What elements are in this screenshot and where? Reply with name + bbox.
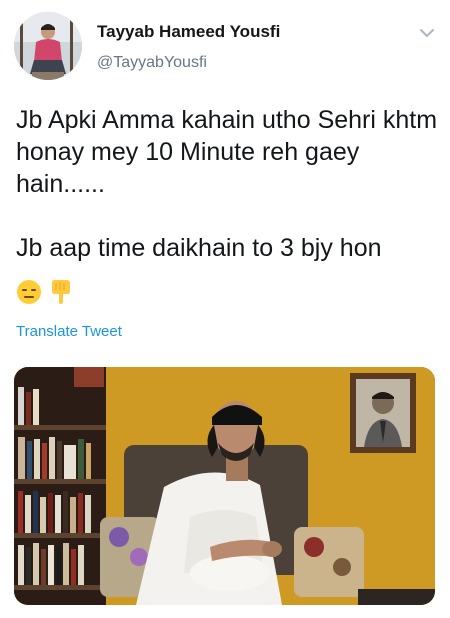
media-photo <box>14 367 435 605</box>
chevron-down-icon[interactable] <box>418 24 436 42</box>
tweet-card: Tayyab Hameed Yousfi @TayyabYousfi Jb Ap… <box>0 0 450 618</box>
translate-tweet-link[interactable]: Translate Tweet <box>16 323 122 340</box>
avatar[interactable] <box>14 12 82 80</box>
user-handle[interactable]: @TayyabYousfi <box>97 54 207 72</box>
tweet-media-image[interactable] <box>14 367 435 605</box>
display-name[interactable]: Tayyab Hameed Yousfi <box>97 22 280 42</box>
avatar-image <box>14 12 82 80</box>
pointing-down-hand-icon <box>52 280 71 304</box>
expressionless-face-icon <box>17 280 41 304</box>
tweet-paragraph: Jb aap time daikhain to 3 bjy hon <box>16 234 382 262</box>
emoji-row <box>16 279 76 305</box>
tweet-paragraph: Jb Apki Amma kahain utho Sehri khtm hona… <box>16 106 438 198</box>
tweet-text: Jb Apki Amma kahain utho Sehri khtm hona… <box>16 104 441 264</box>
